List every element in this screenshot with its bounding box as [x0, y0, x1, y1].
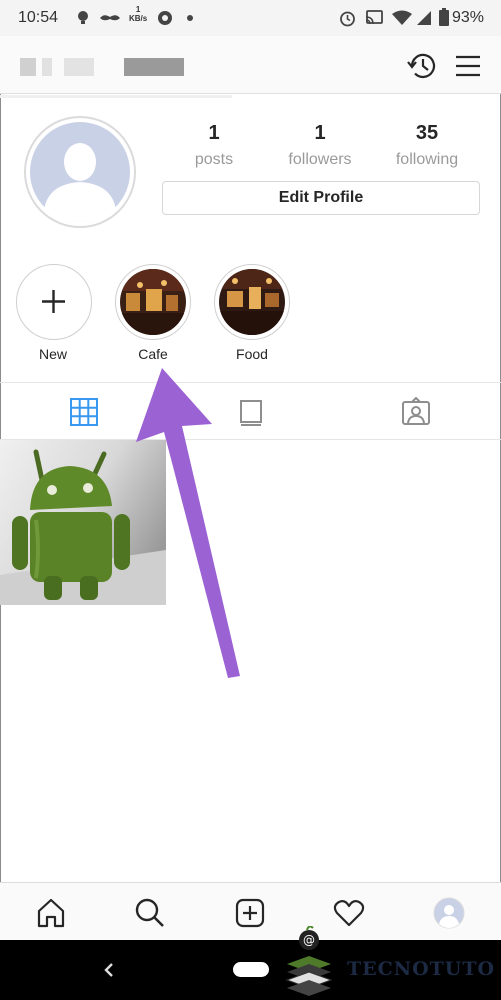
annotation-arrow	[136, 368, 240, 678]
default-avatar-icon	[30, 122, 130, 222]
archive-history-icon[interactable]	[406, 50, 438, 82]
blurred-username	[124, 58, 184, 76]
highlight-cafe-cover	[120, 269, 186, 335]
highlight-food-cover	[219, 269, 285, 335]
battery-level: 93%	[452, 9, 485, 26]
tagged-icon[interactable]	[401, 397, 431, 427]
followers-label[interactable]: followers	[265, 151, 375, 169]
lightbulb-icon	[78, 11, 88, 24]
network-speed: 1 KB/s	[129, 5, 147, 23]
profile-avatar[interactable]	[24, 116, 136, 228]
home-pill[interactable]	[233, 962, 269, 977]
dot-icon	[187, 15, 193, 21]
posts-count[interactable]: 1	[159, 122, 269, 145]
watermark-logo-icon: @	[285, 926, 333, 996]
cast-icon	[365, 10, 383, 25]
header-shadow-line	[0, 95, 232, 98]
watermark-text: TECNOTUTO	[347, 958, 496, 980]
highlight-new[interactable]	[16, 264, 92, 340]
posts-label[interactable]: posts	[159, 151, 269, 169]
alarm-icon	[340, 11, 355, 27]
status-bar: 10:54 1 KB/s 93%	[0, 0, 501, 36]
highlight-new-label: New	[38, 346, 67, 362]
aperture-icon	[158, 11, 172, 25]
battery-icon	[439, 8, 449, 26]
blurred-username	[20, 58, 36, 76]
back-icon[interactable]	[103, 962, 115, 978]
blurred-username	[42, 58, 52, 76]
grid-icon[interactable]	[69, 397, 99, 427]
svg-text:@: @	[303, 933, 315, 947]
menu-icon[interactable]	[452, 50, 484, 82]
edit-profile-button[interactable]: Edit Profile	[162, 181, 480, 215]
add-post-icon[interactable]	[234, 897, 266, 929]
signal-icon	[417, 11, 431, 25]
status-time: 10:54	[18, 9, 59, 26]
search-icon[interactable]	[134, 897, 166, 929]
home-icon[interactable]	[35, 897, 67, 929]
network-speed-value: 1	[135, 5, 141, 14]
blurred-username	[64, 58, 94, 76]
mustache-icon	[100, 15, 120, 21]
profile-tabs	[0, 382, 501, 440]
highlight-cafe[interactable]	[115, 264, 191, 340]
plus-icon	[42, 290, 65, 313]
following-label[interactable]: following	[372, 151, 482, 169]
network-speed-unit: KB/s	[129, 14, 148, 23]
tecnotuto-watermark: @ TECNOTUTO	[275, 922, 501, 1000]
profile-header	[0, 36, 501, 94]
followers-count[interactable]: 1	[265, 122, 375, 145]
following-count[interactable]: 35	[372, 122, 482, 145]
highlight-food[interactable]	[214, 264, 290, 340]
wifi-icon	[392, 10, 412, 25]
